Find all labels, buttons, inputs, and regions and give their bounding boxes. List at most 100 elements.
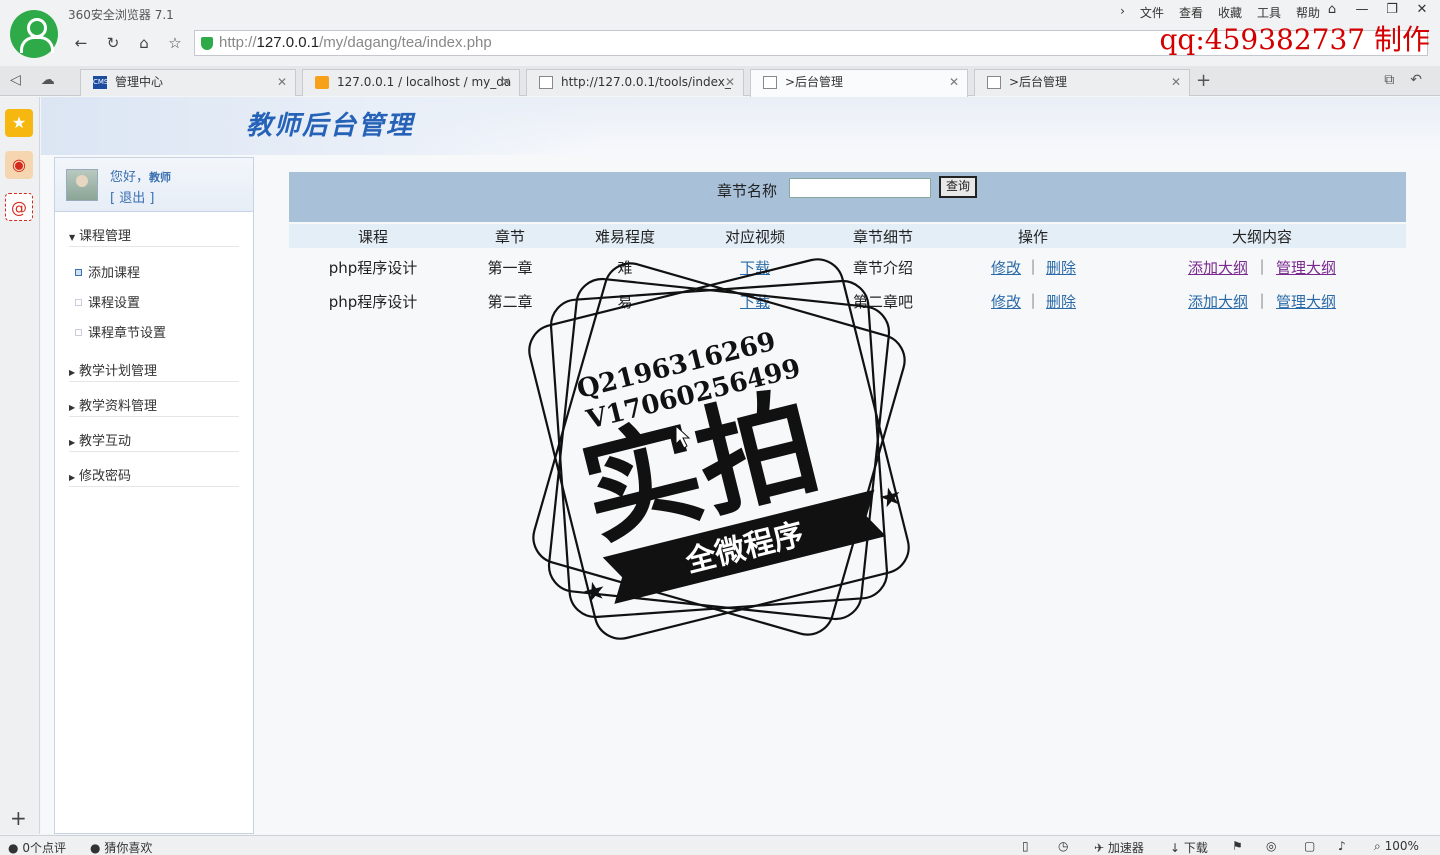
- cms-favicon-icon: CMS: [93, 76, 108, 89]
- menu-group-label: 课程管理: [79, 229, 132, 244]
- browser-title: 360安全浏览器 7.1: [68, 8, 174, 22]
- new-tab-icon[interactable]: +: [1196, 70, 1211, 91]
- guess-label: 猜你喜欢: [104, 841, 153, 855]
- menu-group-label: 修改密码: [79, 469, 132, 484]
- avatar: [66, 169, 98, 201]
- menu-group-materials[interactable]: ▶ 教学资料管理: [69, 395, 239, 417]
- menu-group-label: 教学资料管理: [79, 399, 158, 414]
- mail-icon[interactable]: @: [5, 193, 33, 221]
- cloud-icon[interactable]: ☁: [41, 72, 55, 88]
- menu-item-label: 添加课程: [88, 266, 141, 281]
- page-title: 教师后台管理: [246, 111, 415, 141]
- download-label: 下载: [1183, 841, 1208, 855]
- menu-group-label: 教学计划管理: [79, 364, 158, 379]
- accelerator-button[interactable]: ✈ 加速器: [1094, 839, 1144, 855]
- zoom-control[interactable]: ⌕ 100%: [1374, 839, 1419, 854]
- magnifier-icon: ⌕: [1374, 839, 1381, 853]
- tab-close-icon[interactable]: ✕: [1171, 70, 1181, 95]
- header-chapter: 章节: [494, 228, 525, 246]
- ie-icon[interactable]: ◎: [1266, 839, 1276, 853]
- menu-group-label: 教学互动: [79, 434, 132, 449]
- security-shield-icon: [201, 37, 213, 50]
- comments-status[interactable]: ● 0个点评: [8, 839, 66, 855]
- menu-item-add-course[interactable]: 添加课程: [75, 262, 140, 281]
- manage-outline-link[interactable]: 管理大纲: [1273, 291, 1339, 312]
- undo-close-icon[interactable]: ↶: [1410, 72, 1422, 88]
- document-icon: [763, 76, 777, 89]
- tab-close-icon[interactable]: ✕: [277, 70, 287, 95]
- edit-link[interactable]: 修改: [989, 257, 1023, 278]
- minimize-icon[interactable]: —: [1354, 2, 1370, 17]
- volume-icon[interactable]: ♪: [1338, 839, 1346, 853]
- speed-icon[interactable]: ◷: [1058, 839, 1068, 853]
- skin-icon[interactable]: ⌂: [1324, 2, 1340, 17]
- header-outline: 大纲内容: [1231, 228, 1292, 246]
- refresh-icon[interactable]: ↻: [102, 33, 124, 53]
- menu-group-plan[interactable]: ▶ 教学计划管理: [69, 360, 239, 382]
- url-scheme: http://: [219, 34, 257, 51]
- maximize-icon[interactable]: ❐: [1384, 2, 1400, 17]
- collapsed-triangle-icon: ▶: [69, 473, 76, 482]
- add-outline-link[interactable]: 添加大纲: [1185, 291, 1251, 312]
- collapse-sidebar-icon[interactable]: ◁: [10, 72, 21, 88]
- favorites-star-icon[interactable]: ★: [5, 109, 33, 137]
- search-bar: 章节名称 查询: [289, 172, 1406, 222]
- close-icon[interactable]: ✕: [1414, 2, 1430, 17]
- menu-item-chapter-settings[interactable]: 课程章节设置: [75, 322, 166, 341]
- extension-sidebar: ★ ◉ @ +: [0, 97, 40, 834]
- tab-list-icon[interactable]: ⧉: [1384, 72, 1394, 88]
- menu-arrow-icon[interactable]: ›: [1120, 4, 1125, 21]
- edit-link[interactable]: 修改: [989, 291, 1023, 312]
- add-extension-icon[interactable]: +: [10, 806, 27, 830]
- header-detail: 章节细节: [852, 228, 913, 246]
- bullet-icon: [75, 329, 82, 336]
- tab-backend-active[interactable]: >后台管理 ✕: [750, 69, 968, 97]
- menu-item-course-settings[interactable]: 课程设置: [75, 292, 140, 311]
- qq-watermark: qq:459382737 制作: [1159, 23, 1430, 56]
- expanded-triangle-icon: ▼: [69, 233, 76, 242]
- star-icon: ★: [876, 481, 906, 516]
- flag-icon[interactable]: ⚑: [1232, 839, 1243, 853]
- delete-link[interactable]: 删除: [1044, 257, 1078, 278]
- mobile-icon[interactable]: ▯: [1022, 839, 1029, 853]
- add-outline-link[interactable]: 添加大纲: [1185, 257, 1251, 278]
- browser-logo-icon[interactable]: [10, 10, 58, 58]
- separator: |: [1259, 257, 1265, 275]
- home-icon[interactable]: ⌂: [133, 33, 155, 53]
- url-host: 127.0.0.1: [256, 34, 320, 51]
- tab-admin-center[interactable]: CMS 管理中心 ✕: [80, 69, 296, 96]
- bullet-icon: [75, 269, 82, 276]
- menu-group-interaction[interactable]: ▶ 教学互动: [69, 430, 239, 452]
- search-button[interactable]: 查询: [939, 176, 977, 198]
- bookmark-star-icon[interactable]: ☆: [164, 33, 186, 53]
- back-icon[interactable]: ←: [70, 33, 92, 53]
- menu-group-password[interactable]: ▶ 修改密码: [69, 465, 239, 487]
- weibo-icon[interactable]: ◉: [5, 151, 33, 179]
- tab-label: 管理中心: [115, 75, 164, 89]
- chapter-name-input[interactable]: [789, 178, 931, 198]
- tab-backend[interactable]: >后台管理 ✕: [974, 69, 1190, 96]
- tab-close-icon[interactable]: ✕: [725, 70, 735, 95]
- logout-link[interactable]: [ 退出 ]: [110, 187, 154, 206]
- cell-course: php程序设计: [328, 293, 418, 311]
- tab-label: >后台管理: [1009, 75, 1068, 89]
- bullet-icon: [75, 299, 82, 306]
- download-icon: ↓: [1170, 841, 1181, 855]
- header-course: 课程: [357, 228, 388, 246]
- guess-status[interactable]: ● 猜你喜欢: [90, 839, 152, 855]
- phpmyadmin-favicon-icon: [315, 76, 329, 89]
- tab-phpmyadmin[interactable]: 127.0.0.1 / localhost / my_da ✕: [302, 69, 520, 96]
- window-icon[interactable]: ▢: [1304, 839, 1315, 853]
- tab-right-buttons: ⧉ ↶: [1384, 72, 1422, 88]
- document-icon: [987, 76, 1001, 89]
- download-button[interactable]: ↓ 下载: [1170, 839, 1208, 855]
- manage-outline-link[interactable]: 管理大纲: [1273, 257, 1339, 278]
- tab-close-icon[interactable]: ✕: [501, 70, 511, 95]
- tab-close-icon[interactable]: ✕: [949, 70, 959, 95]
- browser-titlebar: 360安全浏览器 7.1 › 文件 查看 收藏 工具 帮助 ⌂ — ❐ ✕ ← …: [0, 0, 1440, 66]
- menu-group-course[interactable]: ▼ 课程管理: [69, 225, 239, 247]
- delete-link[interactable]: 删除: [1044, 291, 1078, 312]
- tab-tools[interactable]: http://127.0.0.1/tools/index_ ✕: [526, 69, 744, 96]
- rocket-icon: ✈: [1094, 841, 1105, 855]
- dot-icon: ●: [90, 841, 101, 855]
